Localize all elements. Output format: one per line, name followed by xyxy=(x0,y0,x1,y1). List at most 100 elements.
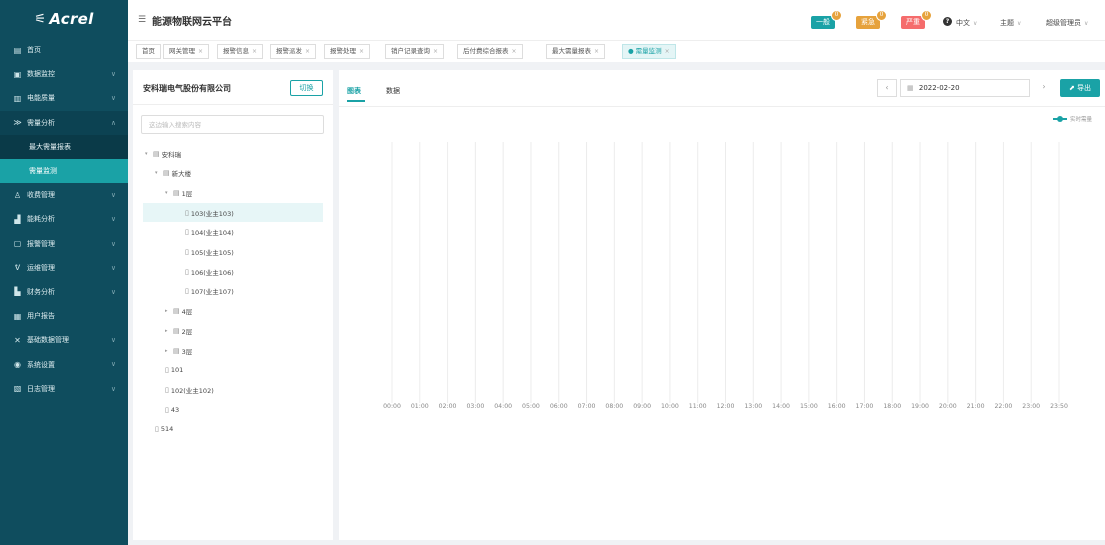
alert-severe-badge[interactable]: 严重 0 xyxy=(901,10,932,29)
tab-item[interactable]: 销户记录查询 × xyxy=(385,44,445,59)
sidebar-item-label: 需量监测 xyxy=(29,167,57,176)
tab-label: 后付费综合报表 xyxy=(463,47,509,55)
sidebar-item-data-monitor[interactable]: ▣ 数据监控 ∨ xyxy=(0,62,128,86)
finance-icon: ▙ xyxy=(14,287,21,297)
chevron-down-icon: ∨ xyxy=(110,336,116,345)
language-selector[interactable]: 中文 ∨ xyxy=(956,18,977,28)
chevron-down-icon: ∨ xyxy=(1084,20,1089,27)
x-tick-label: 05:00 xyxy=(522,403,540,410)
tree-node[interactable]: ▸ ▤ 4层 xyxy=(133,302,333,321)
tree-node[interactable]: ▯ 106(业主106) xyxy=(133,262,333,281)
sidebar-item-base-data[interactable]: ✕ 基础数据管理 ∨ xyxy=(0,328,128,352)
tree-node-label: 101 xyxy=(170,366,184,375)
alarm-icon: ▢ xyxy=(13,239,22,249)
logo: ⚟ Acrel xyxy=(0,0,128,38)
caret-right-icon[interactable]: ▸ xyxy=(165,348,173,354)
x-tick-label: 15:00 xyxy=(800,403,818,410)
tree-node[interactable]: ▯ 107(业主107) xyxy=(133,282,333,301)
tree-node[interactable]: ▸ ▤ 3层 xyxy=(133,341,333,360)
tree-node[interactable]: ▯ 43 xyxy=(133,400,333,419)
x-tick-label: 17:00 xyxy=(856,403,874,410)
tree-node[interactable]: ▯ 102(业主102) xyxy=(133,380,333,399)
tab-item[interactable]: 报警派发 × xyxy=(270,44,317,59)
tab-item[interactable]: 首页 xyxy=(136,44,161,59)
caret-down-icon[interactable]: ▾ xyxy=(155,170,163,176)
tab-label: 需量监测 xyxy=(635,47,662,55)
caret-down-icon[interactable]: ▾ xyxy=(145,151,153,157)
tree-node[interactable]: ▾ ▤ 安科瑞 xyxy=(133,144,333,163)
sidebar-item-home[interactable]: ▤ 首页 xyxy=(0,38,128,62)
x-tick-label: 04:00 xyxy=(494,403,512,410)
close-icon[interactable]: × xyxy=(594,48,599,55)
sidebar-item-billing[interactable]: ♙ 收费管理 ∨ xyxy=(0,183,128,207)
search-input[interactable] xyxy=(141,115,324,134)
chevron-down-icon: ∨ xyxy=(110,239,116,248)
demand-line-chart: 00:00 01:00 02:00 03:00 04:00 05:00 06:00 07:00… xyxy=(383,142,1068,410)
close-icon[interactable]: × xyxy=(305,48,310,55)
tab-item[interactable]: 网关管理 × xyxy=(163,44,210,59)
alert-urgent-badge[interactable]: 紧急 0 xyxy=(856,10,887,29)
log-icon: ▧ xyxy=(13,384,22,394)
chevron-down-icon: ∨ xyxy=(110,263,116,272)
alert-general-badge[interactable]: 一般 0 xyxy=(811,10,842,29)
tree-node[interactable]: ▸ ▤ 2层 xyxy=(133,321,333,340)
logo-text: Acrel xyxy=(49,10,94,28)
theme-label: 主题 xyxy=(1000,19,1014,27)
sidebar-item-power-quality[interactable]: ▥ 电能质量 ∨ xyxy=(0,86,128,110)
tree-node[interactable]: ▯ 104(业主104) xyxy=(133,223,333,242)
x-tick-label: 07:00 xyxy=(578,403,596,410)
switch-button[interactable]: 切换 xyxy=(290,80,323,96)
sidebar-item-energy-analysis[interactable]: ▟ 能耗分析 ∨ xyxy=(0,207,128,231)
header: ☰ 能源物联网云平台 一般 0 紧急 0 严重 0 ? 中文 ∨ 主题 ∨ 超级管理… xyxy=(128,0,1105,40)
tree-node-label: 514 xyxy=(160,425,174,434)
building-icon: ▤ xyxy=(173,307,180,316)
sidebar-item-finance[interactable]: ▙ 财务分析 ∨ xyxy=(0,280,128,304)
meter-icon: ▯ xyxy=(165,405,169,414)
sidebar-item-system-settings[interactable]: ◉ 系统设置 ∨ xyxy=(0,352,128,376)
sidebar-item-alarm[interactable]: ▢ 报警管理 ∨ xyxy=(0,232,128,256)
tree-node[interactable]: ▾ ▤ 1层 xyxy=(133,183,333,202)
sidebar-item-max-demand-report[interactable]: 最大需量报表 xyxy=(0,134,128,159)
theme-selector[interactable]: 主题 ∨ xyxy=(1000,18,1021,28)
tab-item[interactable]: 后付费综合报表 × xyxy=(457,44,523,59)
tree-node[interactable]: ▾ ▤ 新大楼 xyxy=(133,164,333,183)
tab-item[interactable]: 报警信息 × xyxy=(217,44,264,59)
menu-toggle-icon[interactable]: ☰ xyxy=(138,15,146,25)
tree-panel: 安科瑞电气股份有限公司 切换 ▾▤安科瑞▾▤新大楼▾▤1层▯103(业主103)… xyxy=(133,70,333,540)
tab-item[interactable]: ● 需量监测 × xyxy=(622,44,676,59)
close-icon[interactable]: × xyxy=(665,48,670,55)
x-tick-label: 14:00 xyxy=(772,403,790,410)
sidebar-item-user-report[interactable]: ▦ 用户报告 xyxy=(0,304,128,328)
tab-label: 报警处理 xyxy=(330,47,356,55)
sidebar-item-label: 能耗分析 xyxy=(27,215,55,224)
sidebar-item-maintenance[interactable]: ᕓ 运维管理 ∨ xyxy=(0,256,128,280)
close-icon[interactable]: × xyxy=(198,48,203,55)
tab-item[interactable]: 报警处理 × xyxy=(324,44,371,59)
user-menu[interactable]: 超级管理员 ∨ xyxy=(1046,18,1088,28)
close-icon[interactable]: × xyxy=(252,48,257,55)
tree-node[interactable]: ▯ 103(业主103) xyxy=(143,203,323,223)
tree-node[interactable]: ▯ 514 xyxy=(133,420,333,439)
caret-down-icon[interactable]: ▾ xyxy=(165,190,173,196)
sidebar-item-log[interactable]: ▧ 日志管理 ∨ xyxy=(0,377,128,401)
sidebar-item-demand-monitor[interactable]: 需量监测 xyxy=(0,158,128,184)
x-tick-label: 02:00 xyxy=(439,403,457,410)
help-icon[interactable]: ? xyxy=(943,17,952,26)
tab-label: 销户记录查询 xyxy=(391,47,430,55)
caret-right-icon[interactable]: ▸ xyxy=(165,328,173,334)
sidebar-item-demand-analysis[interactable]: ≫ 需量分析 ∧ xyxy=(0,110,128,135)
caret-right-icon[interactable]: ▸ xyxy=(165,308,173,314)
tree-node[interactable]: ▯ 105(业主105) xyxy=(133,243,333,262)
active-dot-icon: ● xyxy=(628,47,634,55)
chevron-down-icon: ∨ xyxy=(110,215,116,224)
close-icon[interactable]: × xyxy=(433,48,438,55)
tree-node-label: 103(业主103) xyxy=(190,209,234,218)
x-tick-label: 11:00 xyxy=(689,403,707,410)
close-icon[interactable]: × xyxy=(359,48,364,55)
tree-node[interactable]: ▯ 101 xyxy=(133,361,333,380)
tab-item[interactable]: 最大需量报表 × xyxy=(546,44,606,59)
tab-label: 报警派发 xyxy=(276,47,302,55)
close-icon[interactable]: × xyxy=(512,48,517,55)
sidebar-item-label: 报警管理 xyxy=(27,239,55,248)
x-tick-label: 21:00 xyxy=(967,403,985,410)
